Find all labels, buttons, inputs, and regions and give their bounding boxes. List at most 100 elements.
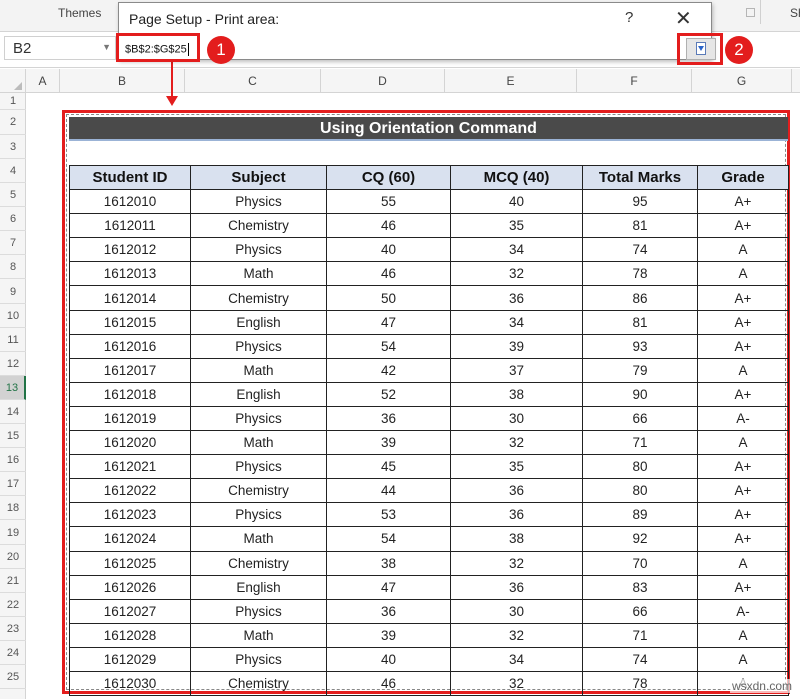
- cell-cq[interactable]: 53: [326, 502, 451, 528]
- cell-student-id[interactable]: 1612022: [69, 478, 191, 504]
- column-header-a[interactable]: A: [26, 69, 60, 93]
- row-header[interactable]: 10: [0, 304, 26, 328]
- cell-subject[interactable]: Chemistry: [190, 478, 327, 504]
- cell-student-id[interactable]: 1612020: [69, 430, 191, 456]
- cell-cq[interactable]: 47: [326, 309, 451, 335]
- column-header-d[interactable]: D: [321, 69, 445, 93]
- cell-cq[interactable]: 42: [326, 357, 451, 383]
- cell-subject[interactable]: Physics: [190, 502, 327, 528]
- cell-grade[interactable]: A+: [697, 285, 789, 311]
- cell-student-id[interactable]: 1612013: [69, 261, 191, 287]
- header-grade[interactable]: Grade: [697, 164, 789, 191]
- cell-mcq[interactable]: 32: [450, 261, 583, 287]
- row-header[interactable]: 21: [0, 569, 26, 593]
- cell-grade[interactable]: A+: [697, 454, 789, 480]
- cell-subject[interactable]: Physics: [190, 646, 327, 672]
- cell-mcq[interactable]: 30: [450, 405, 583, 432]
- cell-student-id[interactable]: 1612026: [69, 574, 191, 600]
- cell-grade[interactable]: A: [697, 430, 789, 456]
- cell-cq[interactable]: 52: [326, 381, 451, 407]
- cell-mcq[interactable]: 36: [450, 285, 583, 311]
- row-header[interactable]: 16: [0, 448, 26, 473]
- cell-mcq[interactable]: 38: [450, 526, 583, 552]
- cell-mcq[interactable]: 38: [450, 381, 583, 407]
- cell-total-marks[interactable]: 66: [582, 405, 698, 432]
- header-total-marks[interactable]: Total Marks: [582, 164, 698, 191]
- cell-cq[interactable]: 50: [326, 285, 451, 311]
- cell-cq[interactable]: 39: [326, 430, 451, 456]
- cell-mcq[interactable]: 40: [450, 189, 583, 215]
- cell-mcq[interactable]: 34: [450, 309, 583, 335]
- cell-mcq[interactable]: 32: [450, 550, 583, 576]
- select-all-button[interactable]: [0, 69, 26, 93]
- cell-subject[interactable]: Math: [190, 622, 327, 648]
- cell-grade[interactable]: A+: [697, 478, 789, 504]
- cell-student-id[interactable]: 1612030: [69, 670, 191, 697]
- cell-student-id[interactable]: 1612015: [69, 309, 191, 335]
- row-header[interactable]: 1: [0, 93, 26, 110]
- cell-total-marks[interactable]: 90: [582, 381, 698, 407]
- cell-subject[interactable]: Chemistry: [190, 670, 327, 697]
- cell-grade[interactable]: A-: [697, 598, 789, 624]
- cell-total-marks[interactable]: 81: [582, 213, 698, 239]
- cell-subject[interactable]: Physics: [190, 237, 327, 263]
- cell-total-marks[interactable]: 80: [582, 454, 698, 480]
- cell-total-marks[interactable]: 95: [582, 189, 698, 215]
- cell-mcq[interactable]: 30: [450, 598, 583, 624]
- cell-mcq[interactable]: 32: [450, 430, 583, 456]
- cell-student-id[interactable]: 1612010: [69, 189, 191, 215]
- cell-total-marks[interactable]: 81: [582, 309, 698, 335]
- cell-student-id[interactable]: 1612019: [69, 405, 191, 432]
- chevron-down-icon[interactable]: ▼: [102, 42, 111, 52]
- row-header[interactable]: 14: [0, 400, 26, 425]
- cell-grade[interactable]: A+: [697, 309, 789, 335]
- row-header[interactable]: 7: [0, 231, 26, 256]
- column-header-g[interactable]: G: [692, 69, 792, 93]
- row-header[interactable]: 13: [0, 375, 26, 400]
- print-area-input[interactable]: $B$2:$G$25: [119, 39, 679, 61]
- row-header[interactable]: 8: [0, 255, 26, 280]
- header-subject[interactable]: Subject: [190, 164, 327, 191]
- cell-grade[interactable]: A+: [697, 574, 789, 600]
- cell-total-marks[interactable]: 74: [582, 646, 698, 672]
- cell-subject[interactable]: Chemistry: [190, 213, 327, 239]
- cell-mcq[interactable]: 37: [450, 357, 583, 383]
- cell-cq[interactable]: 40: [326, 646, 451, 672]
- cell-grade[interactable]: A+: [697, 189, 789, 215]
- cell-subject[interactable]: English: [190, 381, 327, 407]
- cell-total-marks[interactable]: 71: [582, 622, 698, 648]
- cell-total-marks[interactable]: 92: [582, 526, 698, 552]
- help-button[interactable]: ?: [625, 9, 633, 26]
- cell-cq[interactable]: 40: [326, 237, 451, 263]
- cell-grade[interactable]: A: [697, 550, 789, 576]
- cell-grade[interactable]: A+: [697, 502, 789, 528]
- cell-cq[interactable]: 38: [326, 550, 451, 576]
- cell-total-marks[interactable]: 86: [582, 285, 698, 311]
- cell-cq[interactable]: 39: [326, 622, 451, 648]
- cell-grade[interactable]: A: [697, 261, 789, 287]
- row-header[interactable]: 23: [0, 617, 26, 641]
- name-box[interactable]: B2 ▼: [4, 36, 116, 60]
- cell-cq[interactable]: 55: [326, 189, 451, 215]
- cell-grade[interactable]: A+: [697, 526, 789, 552]
- cell-grade[interactable]: A: [697, 237, 789, 263]
- cell-mcq[interactable]: 39: [450, 333, 583, 359]
- cell-student-id[interactable]: 1612024: [69, 526, 191, 552]
- row-header[interactable]: 18: [0, 496, 26, 521]
- cell-subject[interactable]: Math: [190, 261, 327, 287]
- column-header-c[interactable]: C: [185, 69, 321, 93]
- cell-grade[interactable]: A+: [697, 213, 789, 239]
- cell-subject[interactable]: Math: [190, 526, 327, 552]
- row-header[interactable]: 17: [0, 472, 26, 497]
- cell-mcq[interactable]: 35: [450, 213, 583, 239]
- dialog-launcher-icon[interactable]: [746, 8, 755, 17]
- cell-student-id[interactable]: 1612023: [69, 502, 191, 528]
- cell-subject[interactable]: Physics: [190, 333, 327, 359]
- cell-mcq[interactable]: 36: [450, 574, 583, 600]
- cell-cq[interactable]: 45: [326, 454, 451, 480]
- cell-student-id[interactable]: 1612027: [69, 598, 191, 624]
- cell-mcq[interactable]: 36: [450, 502, 583, 528]
- cell-student-id[interactable]: 1612016: [69, 333, 191, 359]
- row-header[interactable]: 2: [0, 110, 26, 135]
- cell-total-marks[interactable]: 71: [582, 430, 698, 456]
